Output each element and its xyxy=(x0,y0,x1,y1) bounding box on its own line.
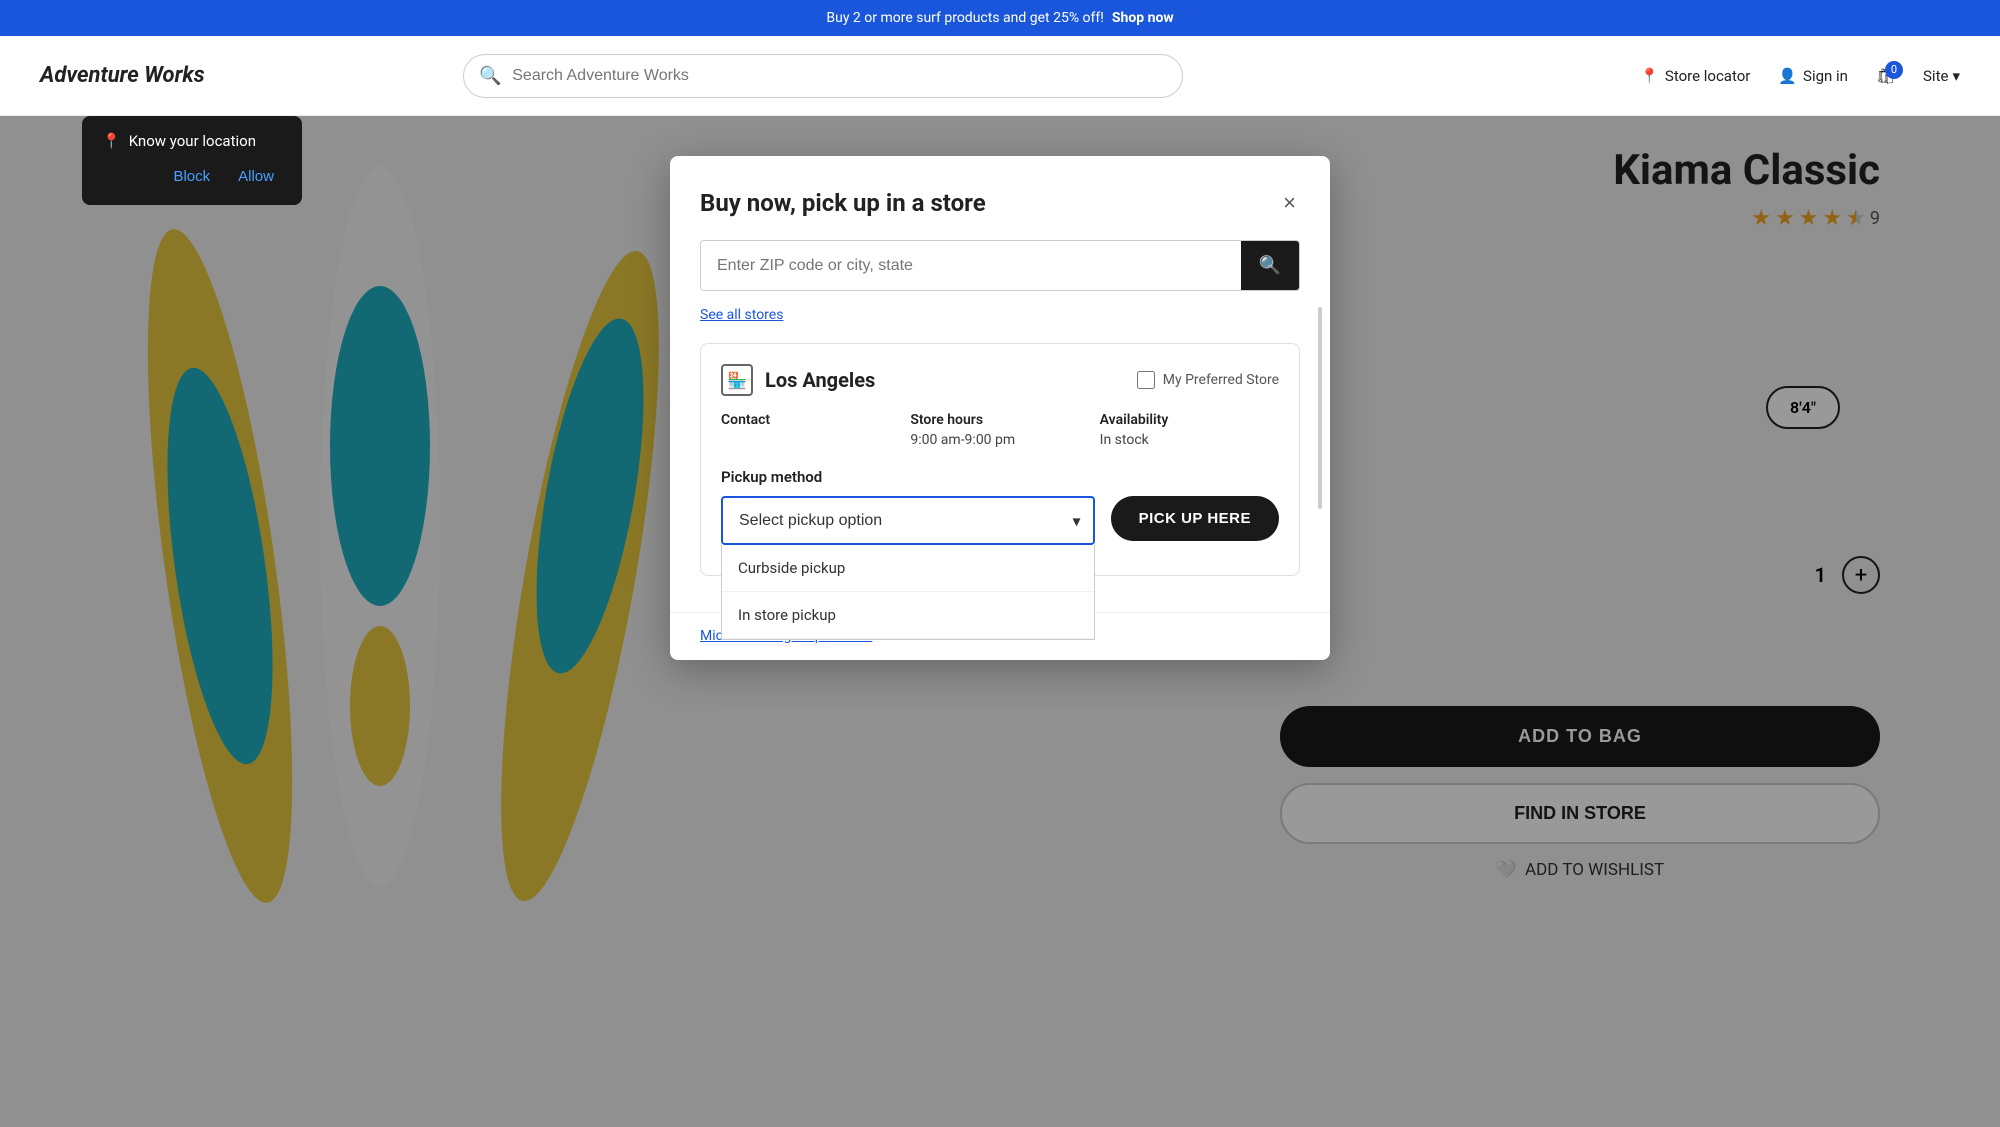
pick-up-here-button[interactable]: PICK UP HERE xyxy=(1111,496,1279,541)
promo-text: Buy 2 or more surf products and get 25% … xyxy=(826,10,1104,26)
store-card-header: 🏪 Los Angeles My Preferred Store xyxy=(721,364,1279,396)
see-all-stores-link[interactable]: See all stores xyxy=(700,307,1300,323)
modal-title: Buy now, pick up in a store xyxy=(700,189,986,217)
search-bar: 🔍 xyxy=(463,54,1183,98)
scroll-indicator xyxy=(1318,307,1322,509)
location-popup-title: 📍 Know your location xyxy=(102,132,282,150)
store-pickup-modal: Buy now, pick up in a store × 🔍 See all … xyxy=(670,156,1330,660)
zip-search: 🔍 xyxy=(700,240,1300,291)
logo: Adventure Works xyxy=(40,63,205,88)
preferred-store-row: My Preferred Store xyxy=(1137,371,1279,389)
store-name-row: 🏪 Los Angeles xyxy=(721,364,875,396)
curbside-pickup-item[interactable]: Curbside pickup xyxy=(722,545,1094,592)
cart-badge: 0 xyxy=(1885,61,1903,79)
pickup-options-list: Curbside pickup In store pickup xyxy=(721,545,1095,640)
availability-section: Availability In stock xyxy=(1100,412,1279,448)
contact-label: Contact xyxy=(721,412,900,428)
search-input[interactable] xyxy=(463,54,1183,98)
sign-in-icon: 👤 xyxy=(1778,67,1797,85)
availability-label: Availability xyxy=(1100,412,1279,428)
store-details: Contact Store hours 9:00 am-9:00 pm Avai… xyxy=(721,412,1279,448)
promo-bar: Buy 2 or more surf products and get 25% … xyxy=(0,0,2000,36)
instore-pickup-item[interactable]: In store pickup xyxy=(722,592,1094,639)
allow-location-button[interactable]: Allow xyxy=(230,164,282,189)
page-bg: Kiama Classic ★ ★ ★ ★ ★★ 9 8'4" 1 + ADD … xyxy=(0,116,2000,1127)
block-location-button[interactable]: Block xyxy=(165,164,218,189)
store-name: Los Angeles xyxy=(765,368,875,392)
chevron-down-icon: ▾ xyxy=(1952,67,1960,85)
availability-value: In stock xyxy=(1100,432,1279,448)
header-actions: 📍 Store locator 👤 Sign in 🛍 0 Site ▾ xyxy=(1640,67,1960,85)
hours-section: Store hours 9:00 am-9:00 pm xyxy=(910,412,1089,448)
location-popup-text: Know your location xyxy=(129,132,256,150)
pickup-row: Select pickup option Curbside pickup In … xyxy=(721,496,1279,545)
modal-header: Buy now, pick up in a store × xyxy=(670,156,1330,240)
zip-input[interactable] xyxy=(701,241,1241,290)
promo-link[interactable]: Shop now xyxy=(1112,10,1174,26)
sign-in[interactable]: 👤 Sign in xyxy=(1778,67,1848,85)
site-selector[interactable]: Site ▾ xyxy=(1923,67,1960,85)
hours-label: Store hours xyxy=(910,412,1089,428)
modal-body: 🔍 See all stores 🏪 Los Angeles My Prefer… xyxy=(670,240,1330,612)
store-locator-icon: 📍 xyxy=(1640,67,1659,85)
store-building-icon: 🏪 xyxy=(721,364,753,396)
modal-overlay[interactable]: Buy now, pick up in a store × 🔍 See all … xyxy=(0,116,2000,1127)
pickup-section: Pickup method Select pickup option Curbs… xyxy=(721,468,1279,545)
store-locator[interactable]: 📍 Store locator xyxy=(1640,67,1750,85)
sign-in-label: Sign in xyxy=(1803,67,1848,85)
location-pin-icon: 📍 xyxy=(102,132,121,150)
preferred-store-label: My Preferred Store xyxy=(1163,372,1279,388)
location-popup-buttons: Block Allow xyxy=(102,164,282,189)
modal-close-button[interactable]: × xyxy=(1279,186,1300,220)
pickup-dropdown[interactable]: Select pickup option Curbside pickup In … xyxy=(721,496,1095,545)
header: Adventure Works 🔍 📍 Store locator 👤 Sign… xyxy=(0,36,2000,116)
cart[interactable]: 🛍 0 xyxy=(1876,67,1895,85)
store-locator-label: Store locator xyxy=(1665,67,1750,85)
zip-search-button[interactable]: 🔍 xyxy=(1241,241,1299,290)
pickup-method-label: Pickup method xyxy=(721,468,1279,486)
preferred-store-checkbox[interactable] xyxy=(1137,371,1155,389)
store-card: 🏪 Los Angeles My Preferred Store Contact xyxy=(700,343,1300,576)
site-label: Site xyxy=(1923,67,1948,85)
contact-section: Contact xyxy=(721,412,900,448)
search-bar-icon: 🔍 xyxy=(479,65,501,86)
hours-value: 9:00 am-9:00 pm xyxy=(910,432,1089,448)
pickup-dropdown-wrap: Select pickup option Curbside pickup In … xyxy=(721,496,1095,545)
location-popup: 📍 Know your location Block Allow xyxy=(82,116,302,205)
